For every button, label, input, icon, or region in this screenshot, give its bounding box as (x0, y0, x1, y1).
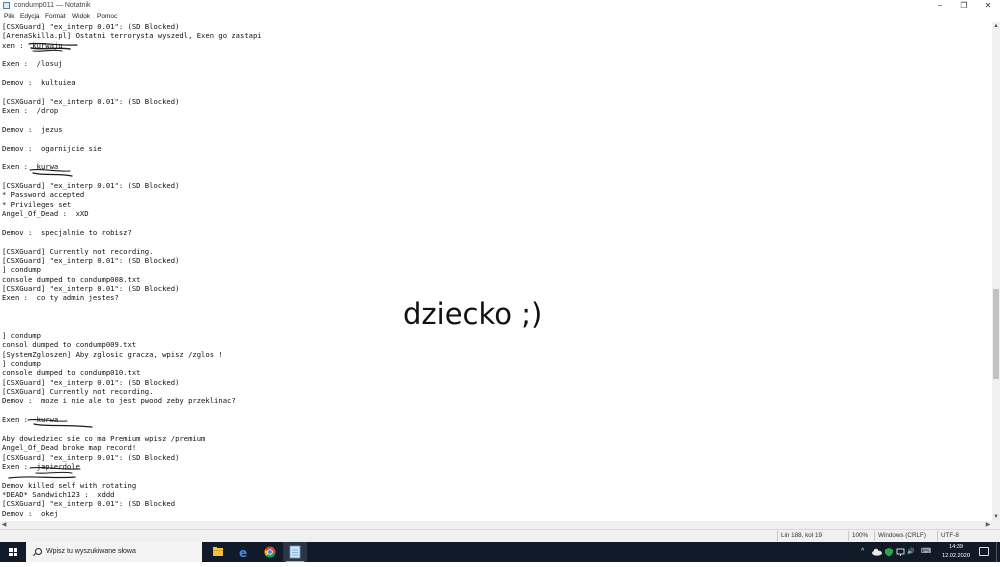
status-divider (874, 531, 875, 541)
taskbar-file-explorer[interactable] (206, 542, 230, 562)
scrollbar-corner (992, 521, 1000, 529)
chrome-icon (264, 546, 276, 558)
status-bar: Lin 188, kol 19 100% Windows (CRLF) UTF-… (0, 529, 1000, 542)
menu-format[interactable]: Format (45, 12, 66, 22)
notepad-app-icon (3, 2, 10, 9)
keyboard-icon[interactable]: ⌨ (921, 542, 931, 562)
defender-shield-icon[interactable] (884, 542, 894, 562)
menu-help[interactable]: Pomoc (97, 12, 117, 22)
taskbar: Wpisz tu wyszukiwane słowa e ^ 🔊 ⌨ 14:39… (0, 542, 1000, 562)
show-desktop-button[interactable] (996, 542, 997, 562)
svg-text:e: e (239, 546, 247, 560)
close-button[interactable]: ✕ (976, 0, 1000, 11)
scroll-left-arrow-icon[interactable]: ◀ (0, 521, 8, 529)
cursor-position: Lin 188, kol 19 (781, 532, 822, 539)
taskbar-clock[interactable]: 14:39 12.02.2020 (939, 542, 973, 562)
status-divider (937, 531, 938, 541)
window-title: condump011 — Notatnik (14, 2, 91, 9)
title-bar: condump011 — Notatnik − ❐ ✕ (0, 0, 1000, 11)
zoom-level: 100% (852, 532, 869, 539)
action-center-icon[interactable] (979, 547, 989, 556)
taskbar-edge[interactable]: e (232, 542, 256, 562)
clock-time: 14:39 (949, 544, 963, 550)
taskbar-chrome[interactable] (258, 542, 282, 562)
status-divider (848, 531, 849, 541)
scribble-overlay (8, 42, 93, 479)
scroll-up-arrow-icon[interactable]: ▲ (992, 22, 1000, 30)
text-editor[interactable]: [CSXGuard] "ex_interp 0.01": (SD Blocked… (0, 22, 992, 521)
overlay-annotation-text: dziecko ;) (403, 297, 543, 331)
network-icon[interactable] (896, 542, 906, 562)
taskbar-notepad[interactable] (283, 542, 307, 562)
status-divider (777, 531, 778, 541)
vertical-scroll-thumb[interactable] (993, 289, 999, 379)
menu-file[interactable]: Plik (4, 12, 14, 22)
maximize-button[interactable]: ❐ (952, 0, 976, 11)
taskbar-search-box[interactable]: Wpisz tu wyszukiwane słowa (26, 542, 202, 562)
search-placeholder: Wpisz tu wyszukiwane słowa (46, 548, 136, 555)
line-ending: Windows (CRLF) (878, 532, 926, 539)
file-explorer-icon (213, 547, 223, 556)
horizontal-scrollbar[interactable]: ◀ ▶ (0, 521, 992, 529)
menu-view[interactable]: Widok (72, 12, 90, 22)
start-button[interactable] (0, 542, 26, 562)
menu-edit[interactable]: Edycja (20, 12, 40, 22)
vertical-scrollbar[interactable]: ▲ ▼ (992, 22, 1000, 521)
notepad-icon (289, 545, 301, 559)
search-icon (35, 548, 42, 555)
edge-icon: e (239, 546, 247, 560)
onedrive-cloud-icon[interactable] (871, 542, 883, 562)
clock-date: 12.02.2020 (942, 553, 970, 559)
volume-icon[interactable]: 🔊 (907, 542, 914, 562)
minimize-button[interactable]: − (928, 0, 952, 11)
tray-overflow-chevron-icon[interactable]: ^ (861, 542, 864, 562)
windows-logo-icon (9, 548, 17, 556)
scroll-down-arrow-icon[interactable]: ▼ (992, 513, 1000, 521)
menu-bar: Plik Edycja Format Widok Pomoc (0, 12, 1000, 22)
scroll-right-arrow-icon[interactable]: ▶ (984, 521, 992, 529)
encoding: UTF-8 (941, 532, 959, 539)
